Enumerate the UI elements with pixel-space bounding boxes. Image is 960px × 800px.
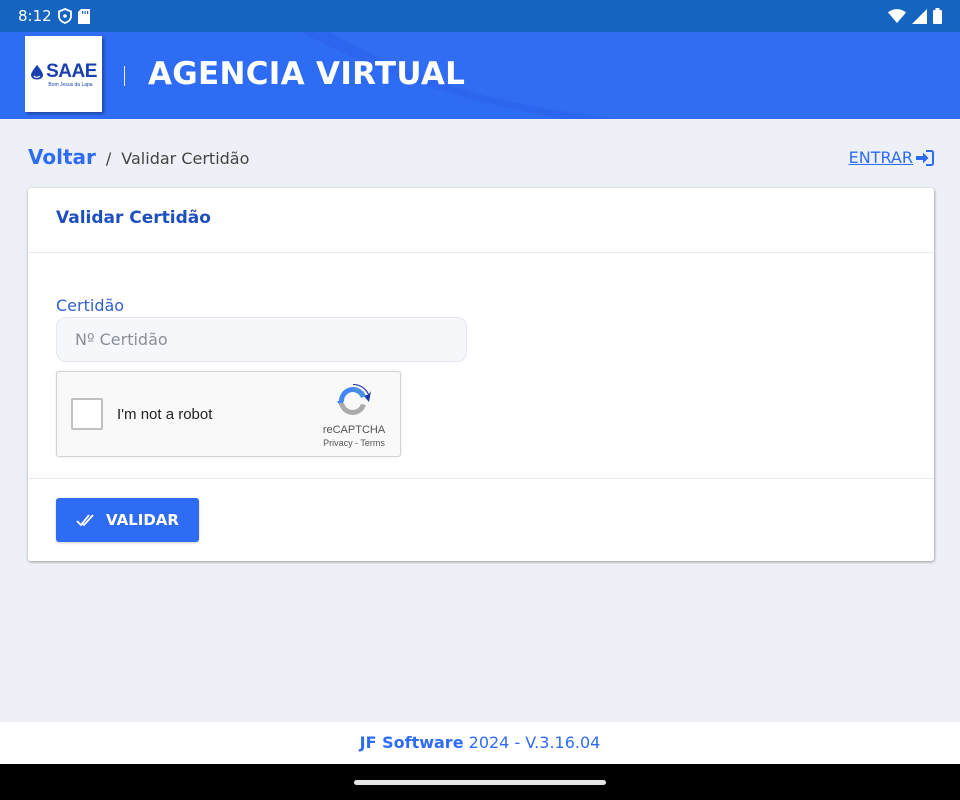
breadcrumb-separator: / xyxy=(105,149,112,168)
status-bar: 8:12 xyxy=(0,0,960,32)
card-body: Certidão I'm not a robot reCAPTCHA Priva… xyxy=(28,253,934,479)
sd-card-icon xyxy=(77,8,90,24)
logo-subtext: Bom Jesus da Lapa xyxy=(48,81,93,88)
header-divider xyxy=(124,66,125,86)
login-link[interactable]: ENTRAR xyxy=(849,148,934,167)
system-nav-bar xyxy=(0,764,960,800)
login-label: ENTRAR xyxy=(848,148,913,167)
battery-icon xyxy=(933,8,942,24)
status-time: 8:12 xyxy=(18,7,52,25)
footer-version: 2024 - V.3.16.04 xyxy=(463,733,601,752)
saae-logo: SAAE Bom Jesus da Lapa xyxy=(25,36,102,112)
footer-brand: JF Software xyxy=(359,733,464,752)
recaptcha-privacy-terms[interactable]: Privacy - Terms xyxy=(319,438,389,448)
breadcrumb-current: Validar Certidão xyxy=(121,149,250,168)
validate-button[interactable]: VALIDAR xyxy=(56,498,199,542)
recaptcha-logo-icon xyxy=(337,383,371,416)
recaptcha-label: I'm not a robot xyxy=(117,406,213,423)
wifi-icon xyxy=(888,9,906,23)
recaptcha-brand: reCAPTCHA xyxy=(322,424,386,436)
logo-text: SAAE xyxy=(46,60,97,82)
back-link[interactable]: Voltar xyxy=(28,145,96,169)
sign-in-icon xyxy=(916,149,934,166)
recaptcha-checkbox[interactable] xyxy=(71,398,103,430)
certificate-field-label: Certidão xyxy=(56,296,125,315)
app-footer: JF Software 2024 - V.3.16.04 xyxy=(0,722,960,764)
double-check-icon xyxy=(76,514,94,527)
header-wave-decoration xyxy=(300,32,960,119)
card-title: Validar Certidão xyxy=(56,208,211,228)
card-header: Validar Certidão xyxy=(28,188,934,253)
validate-certificate-card: Validar Certidão Certidão I'm not a robo… xyxy=(28,188,934,561)
app-header: SAAE Bom Jesus da Lapa AGENCIA VIRTUAL xyxy=(0,32,960,119)
breadcrumb: Voltar / Validar Certidão xyxy=(28,145,249,169)
page-title: AGENCIA VIRTUAL xyxy=(148,56,466,92)
home-gesture-handle[interactable] xyxy=(354,780,606,785)
card-footer: VALIDAR xyxy=(28,479,934,560)
water-drop-icon xyxy=(31,64,44,79)
validate-button-label: VALIDAR xyxy=(106,511,179,529)
shield-icon xyxy=(57,8,72,24)
signal-icon xyxy=(912,8,927,24)
certificate-number-input[interactable] xyxy=(56,317,467,362)
recaptcha-widget: I'm not a robot reCAPTCHA Privacy - Term… xyxy=(56,371,401,457)
